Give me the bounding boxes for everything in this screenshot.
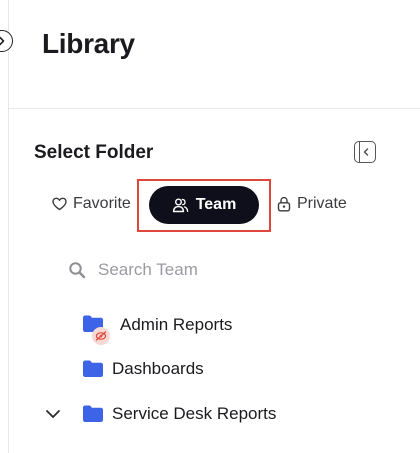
panel-title: Select Folder [34,142,154,163]
collapse-panel-button[interactable] [354,141,376,163]
chevron-right-icon [0,36,5,46]
users-icon [172,198,188,213]
tab-favorite-label: Favorite [73,195,131,212]
chevron-left-icon [363,148,369,156]
tab-team[interactable]: Team [149,186,259,224]
expand-sidebar-button[interactable] [0,30,13,52]
tab-favorite[interactable]: Favorite [52,195,131,213]
folder-label: Admin Reports [120,315,233,334]
header-divider [9,108,420,109]
hidden-badge [92,327,110,345]
folder-item-dashboards[interactable]: Dashboards [82,359,204,379]
search-bar [68,260,318,280]
folder-item-admin-reports[interactable]: Admin Reports [82,314,233,345]
folder-item-service-desk-reports[interactable]: Service Desk Reports [44,404,276,424]
folder-label: Service Desk Reports [112,404,277,423]
panel-bar [355,142,360,162]
lock-icon [277,196,291,212]
chevron-down-icon[interactable] [44,405,62,423]
folder-icon [83,405,103,422]
tab-private-label: Private [297,195,347,212]
tab-team-label: Team [195,196,237,213]
hidden-eye-icon [95,331,107,341]
search-icon [69,262,86,279]
tab-private[interactable]: Private [277,195,347,213]
page-title: Library [42,28,135,59]
folder-icon-wrap [82,314,110,345]
heart-icon [52,197,67,211]
folder-label: Dashboards [112,359,204,378]
left-rail [0,0,9,453]
search-input[interactable] [98,260,318,280]
folder-icon [83,360,103,377]
